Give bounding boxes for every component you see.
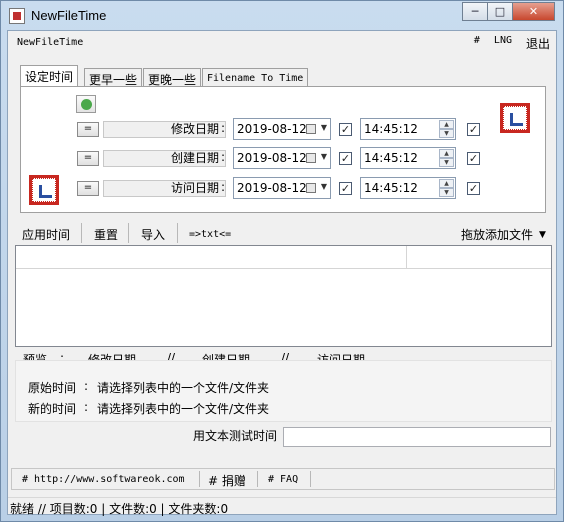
file-list-header[interactable] xyxy=(16,246,551,269)
created-time-spinner[interactable]: ▲ ▼ xyxy=(439,149,454,167)
original-time-label: 原始时间 xyxy=(28,381,77,395)
close-button[interactable]: ✕ xyxy=(512,2,555,21)
calendar-icon xyxy=(306,183,316,193)
links-separator xyxy=(199,471,200,487)
original-time-value: 请选择列表中的一个文件/文件夹 xyxy=(97,381,270,395)
modified-date-checkbox[interactable]: ✓ xyxy=(339,123,352,136)
accessed-time-spinner[interactable]: ▲ ▼ xyxy=(439,179,454,197)
calendar-icon xyxy=(306,153,316,163)
calendar-app-icon[interactable] xyxy=(500,103,530,133)
accessed-equal-button[interactable]: = xyxy=(77,181,99,196)
tab-earlier[interactable]: 更早一些 xyxy=(84,68,143,88)
accessed-time-value: 14:45:12 xyxy=(364,181,418,195)
created-equal-button[interactable]: = xyxy=(77,151,99,166)
menu-app-name[interactable]: NewFileTime xyxy=(17,37,83,48)
modified-time-value: 14:45:12 xyxy=(364,122,418,136)
menu-language[interactable]: LNG xyxy=(494,35,512,52)
new-time-value: 请选择列表中的一个文件/文件夹 xyxy=(97,402,270,416)
created-date-picker[interactable]: 2019-08-12 ▼ xyxy=(233,147,331,169)
status-text: 就绪 // 项目数:0 | 文件数:0 | 文件夹数:0 xyxy=(10,502,229,516)
modified-equal-button[interactable]: = xyxy=(77,122,99,137)
created-date-checkbox[interactable]: ✓ xyxy=(339,152,352,165)
created-label: 创建日期 xyxy=(103,150,226,167)
modified-date-picker[interactable]: 2019-08-12 ▼ xyxy=(233,118,331,140)
chevron-down-icon: ▼ xyxy=(320,152,327,161)
chevron-down-icon: ▼ xyxy=(320,123,327,132)
accessed-label: 访问日期 xyxy=(103,180,226,197)
accessed-date-checkbox[interactable]: ✓ xyxy=(339,182,352,195)
tab-later[interactable]: 更晚一些 xyxy=(143,68,202,88)
column-separator[interactable] xyxy=(406,246,407,269)
accessed-time-checkbox[interactable]: ✓ xyxy=(467,182,480,195)
toolbar-separator xyxy=(128,223,129,243)
text-test-input[interactable] xyxy=(283,427,551,447)
menu-hash[interactable]: # xyxy=(474,35,480,52)
caption-buttons: ─ □ ✕ xyxy=(462,2,555,21)
modified-time-spinner[interactable]: ▲ ▼ xyxy=(439,120,454,138)
links-separator xyxy=(257,471,258,487)
clock-refresh-icon[interactable] xyxy=(76,95,96,113)
app-icon xyxy=(9,8,25,24)
website-link[interactable]: # http://www.softwareok.com xyxy=(22,474,185,485)
original-time-colon: : xyxy=(84,379,89,393)
donate-link[interactable]: # 捐赠 xyxy=(208,472,246,489)
faq-link[interactable]: # FAQ xyxy=(268,474,298,485)
app-window: NewFileTime ─ □ ✕ NewFileTime # LNG 退出 设… xyxy=(0,0,564,522)
chevron-down-icon[interactable]: ▼ xyxy=(539,226,546,244)
created-colon: : xyxy=(221,150,226,164)
menu-exit[interactable]: 退出 xyxy=(526,35,550,52)
text-test-label: 用文本测试时间 xyxy=(193,429,278,443)
calendar-app-icon[interactable] xyxy=(29,175,59,205)
created-time-field[interactable]: 14:45:12 ▲ ▼ xyxy=(360,147,456,169)
window-title: NewFileTime xyxy=(31,8,107,23)
links-bar: # http://www.softwareok.com # 捐赠 # FAQ xyxy=(11,468,555,490)
tab-panel: = 修改日期 : 2019-08-12 ▼ ✓ 14:45:12 ▲ ▼ ✓ = … xyxy=(20,86,546,213)
calendar-icon xyxy=(306,124,316,134)
created-date-value: 2019-08-12 xyxy=(237,151,307,165)
maximize-button[interactable]: □ xyxy=(487,2,513,21)
new-time-colon: : xyxy=(84,400,89,414)
file-list[interactable] xyxy=(15,245,552,347)
chevron-down-icon: ▼ xyxy=(320,182,327,191)
modified-date-value: 2019-08-12 xyxy=(237,122,307,136)
modified-time-field[interactable]: 14:45:12 ▲ ▼ xyxy=(360,118,456,140)
client-area: NewFileTime # LNG 退出 设定时间 更早一些 更晚一些 File… xyxy=(7,30,557,516)
apply-time-button[interactable]: 应用时间 xyxy=(22,226,70,244)
tab-set-time[interactable]: 设定时间 xyxy=(20,65,79,87)
created-time-value: 14:45:12 xyxy=(364,151,418,165)
toolbar-separator xyxy=(81,223,82,243)
reset-button[interactable]: 重置 xyxy=(94,226,118,244)
accessed-date-picker[interactable]: 2019-08-12 ▼ xyxy=(233,177,331,199)
status-bar: 就绪 // 项目数:0 | 文件数:0 | 文件夹数:0 xyxy=(8,497,556,516)
new-time-label: 新的时间 xyxy=(28,402,77,416)
modified-colon: : xyxy=(221,121,226,135)
accessed-time-field[interactable]: 14:45:12 ▲ ▼ xyxy=(360,177,456,199)
tab-filename-to-time[interactable]: Filename To Time xyxy=(202,68,309,88)
modified-label: 修改日期 xyxy=(103,121,226,138)
menu-bar: NewFileTime # LNG 退出 xyxy=(8,31,556,53)
accessed-colon: : xyxy=(221,180,226,194)
menu-right-group: # LNG 退出 xyxy=(474,35,550,52)
time-info-panel: 原始时间 : 请选择列表中的一个文件/文件夹 新的时间 : 请选择列表中的一个文… xyxy=(15,360,552,422)
import-button[interactable]: 导入 xyxy=(141,226,165,244)
modified-time-checkbox[interactable]: ✓ xyxy=(467,123,480,136)
links-separator xyxy=(310,471,311,487)
accessed-date-value: 2019-08-12 xyxy=(237,181,307,195)
txt-export-button[interactable]: =>txt<= xyxy=(189,226,231,244)
created-time-checkbox[interactable]: ✓ xyxy=(467,152,480,165)
drag-add-files-button[interactable]: 拖放添加文件 xyxy=(461,226,533,244)
minimize-button[interactable]: ─ xyxy=(462,2,488,21)
toolbar-separator xyxy=(177,223,178,243)
